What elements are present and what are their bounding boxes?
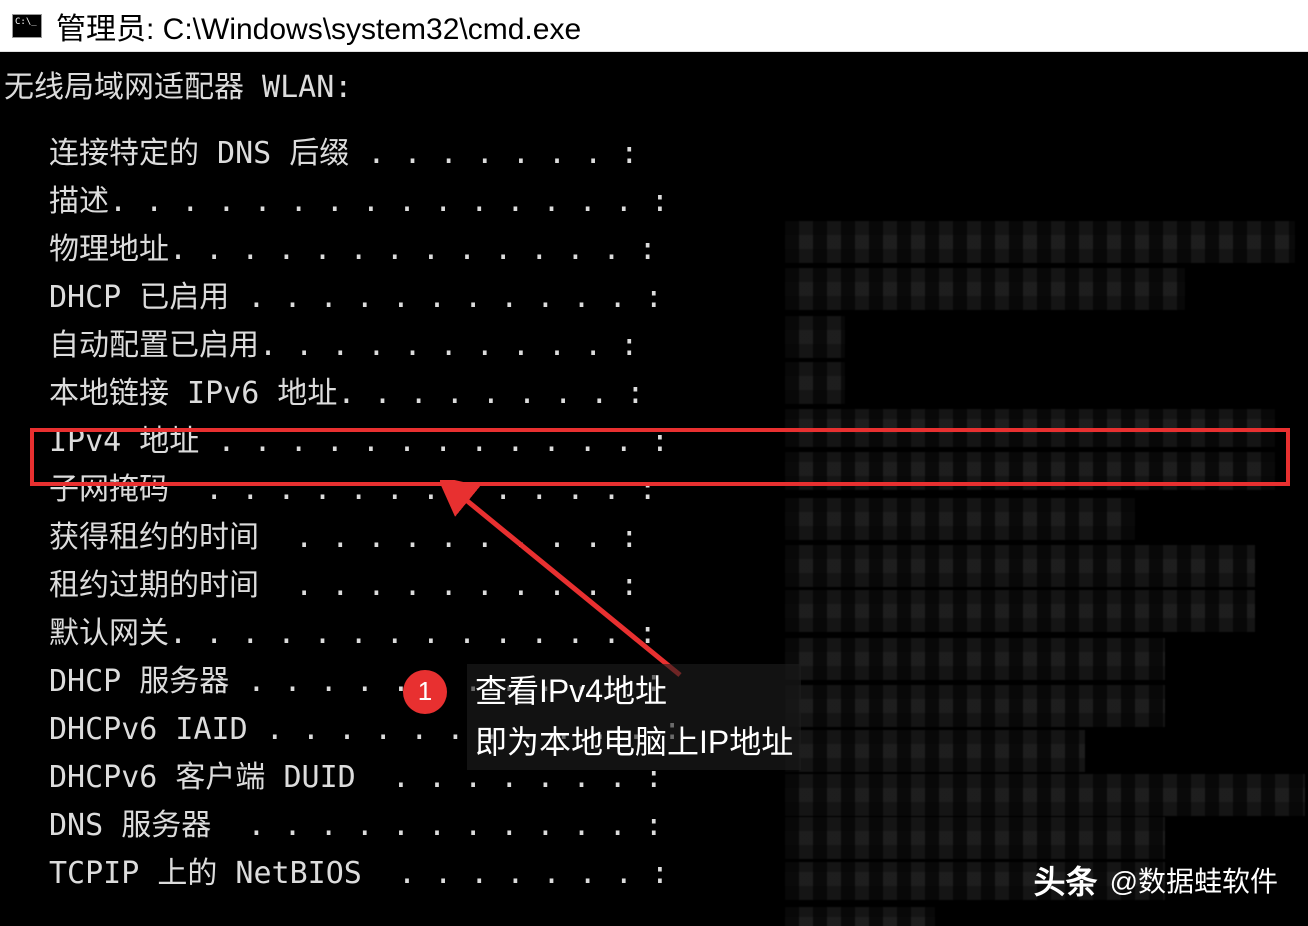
redacted-value — [785, 362, 845, 404]
adapter-wlan-header: 无线局域网适配器 WLAN: — [4, 64, 1304, 112]
redacted-value — [785, 498, 1135, 540]
redacted-value — [785, 638, 1165, 680]
titlebar[interactable]: 管理员: C:\Windows\system32\cmd.exe — [0, 0, 1308, 52]
redacted-value — [785, 545, 1255, 587]
terminal-area[interactable]: 无线局域网适配器 WLAN: 连接特定的 DNS 后缀 . . . . . . … — [0, 52, 1308, 926]
window-title: 管理员: C:\Windows\system32\cmd.exe — [56, 4, 581, 48]
redacted-value — [785, 221, 1295, 263]
line-auto-config: 自动配置已启用. . . . . . . . . . : — [4, 322, 1304, 370]
annotation-callout: 1 查看IPv4地址 即为本地电脑上IP地址 — [403, 664, 801, 770]
redacted-value — [785, 730, 1085, 772]
redacted-value — [785, 268, 1185, 310]
annotation-line1: 查看IPv4地址 — [475, 666, 793, 717]
redacted-value — [785, 316, 845, 358]
watermark-brand: 头条 — [1034, 857, 1098, 908]
annotation-line2: 即为本地电脑上IP地址 — [475, 717, 793, 768]
redacted-value — [785, 774, 1305, 816]
line-description: 描述. . . . . . . . . . . . . . . : — [4, 178, 1304, 226]
redacted-value — [785, 590, 1255, 632]
watermark-handle: @数据蛙软件 — [1110, 860, 1278, 905]
annotation-badge: 1 — [403, 670, 447, 714]
line-dns-suffix: 连接特定的 DNS 后缀 . . . . . . . : — [4, 130, 1304, 178]
annotation-text: 查看IPv4地址 即为本地电脑上IP地址 — [467, 664, 801, 770]
redacted-value — [785, 409, 1275, 447]
watermark: 头条 @数据蛙软件 — [1034, 857, 1278, 908]
redacted-value — [785, 685, 1165, 727]
redacted-value — [785, 817, 1165, 859]
redacted-value — [785, 452, 1275, 490]
cmd-window: 管理员: C:\Windows\system32\cmd.exe 无线局域网适配… — [0, 0, 1308, 926]
cmd-icon — [12, 14, 42, 38]
redacted-value — [785, 907, 935, 926]
